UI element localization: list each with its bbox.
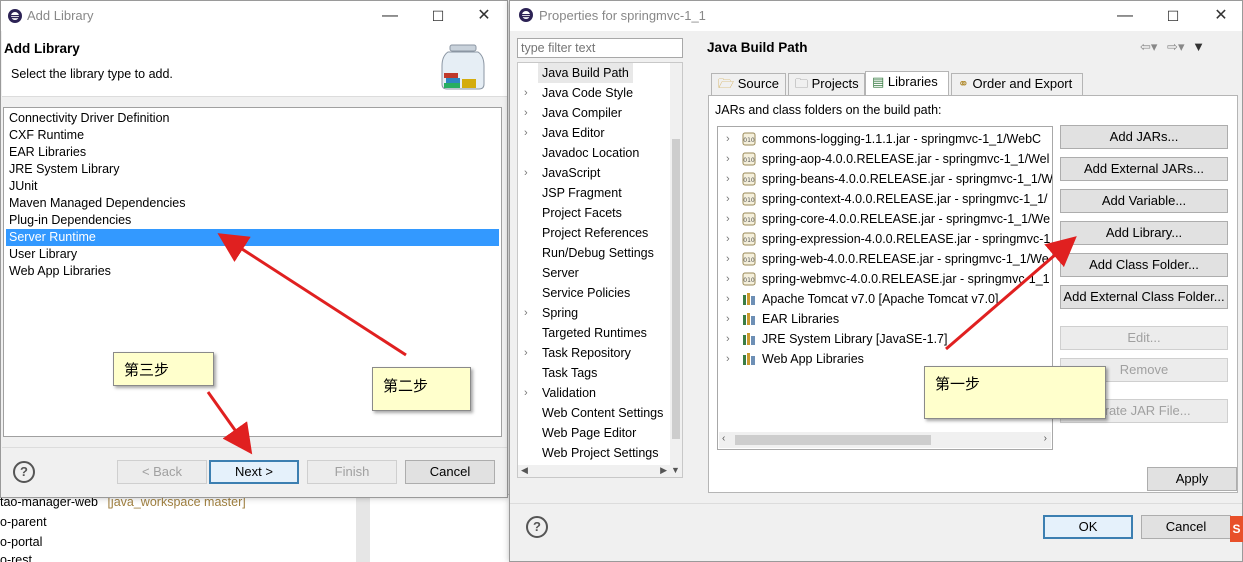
arrow-step1 (945, 236, 1077, 351)
note-step2: 第二步 (372, 367, 471, 411)
arrow-step3 (206, 391, 253, 455)
note-step1: 第一步 (924, 366, 1106, 419)
note-step3: 第三步 (113, 352, 214, 386)
arrow-step2 (217, 233, 407, 357)
annotation-arrows (206, 233, 1077, 455)
